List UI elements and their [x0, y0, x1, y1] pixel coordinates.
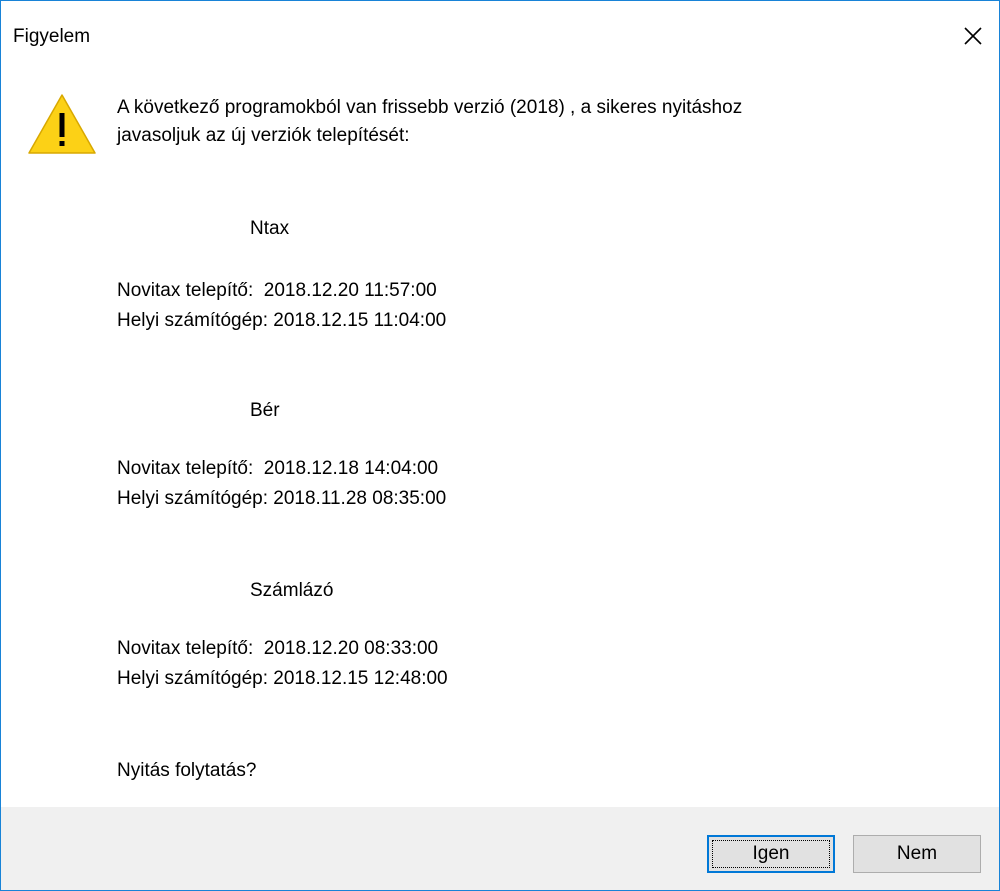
program-name: Bér: [250, 400, 280, 421]
program-name: Ntax: [250, 218, 290, 239]
title-bar: Figyelem: [1, 1, 999, 75]
installer-date: Novitax telepítő: 2018.12.20 11:57:00: [117, 280, 437, 301]
dialog-content: A következő programokból van frissebb ve…: [1, 75, 999, 807]
yes-button[interactable]: Igen: [707, 835, 835, 873]
message-line: javasoljuk az új verziók telepítését:: [117, 125, 410, 146]
yes-button-label: Igen: [753, 843, 790, 865]
label-rest: gen: [757, 843, 790, 864]
button-bar: Igen Nem: [1, 807, 999, 890]
no-button-label: Nem: [897, 843, 937, 865]
local-date: Helyi számítógép: 2018.12.15 12:48:00: [117, 668, 448, 689]
continue-question: Nyitás folytatás?: [117, 760, 257, 781]
warning-icon: [28, 94, 96, 154]
window-title: Figyelem: [13, 26, 91, 47]
installer-date: Novitax telepítő: 2018.12.20 08:33:00: [117, 638, 439, 659]
dialog-message: A következő programokból van frissebb ve…: [117, 94, 967, 150]
installer-date: Novitax telepítő: 2018.12.18 14:04:00: [117, 458, 439, 479]
local-date: Helyi számítógép: 2018.11.28 08:35:00: [117, 488, 447, 509]
mnemonic: N: [896, 843, 911, 864]
close-button[interactable]: [947, 11, 999, 61]
local-date: Helyi számítógép: 2018.12.15 11:04:00: [117, 310, 447, 331]
program-name: Számlázó: [250, 580, 334, 601]
label-rest: em: [910, 843, 938, 864]
message-dialog: Figyelem A következő programokból van fr…: [0, 0, 1000, 891]
message-line: A következő programokból van frissebb ve…: [117, 97, 743, 118]
close-icon: [964, 27, 982, 45]
no-button[interactable]: Nem: [853, 835, 981, 873]
